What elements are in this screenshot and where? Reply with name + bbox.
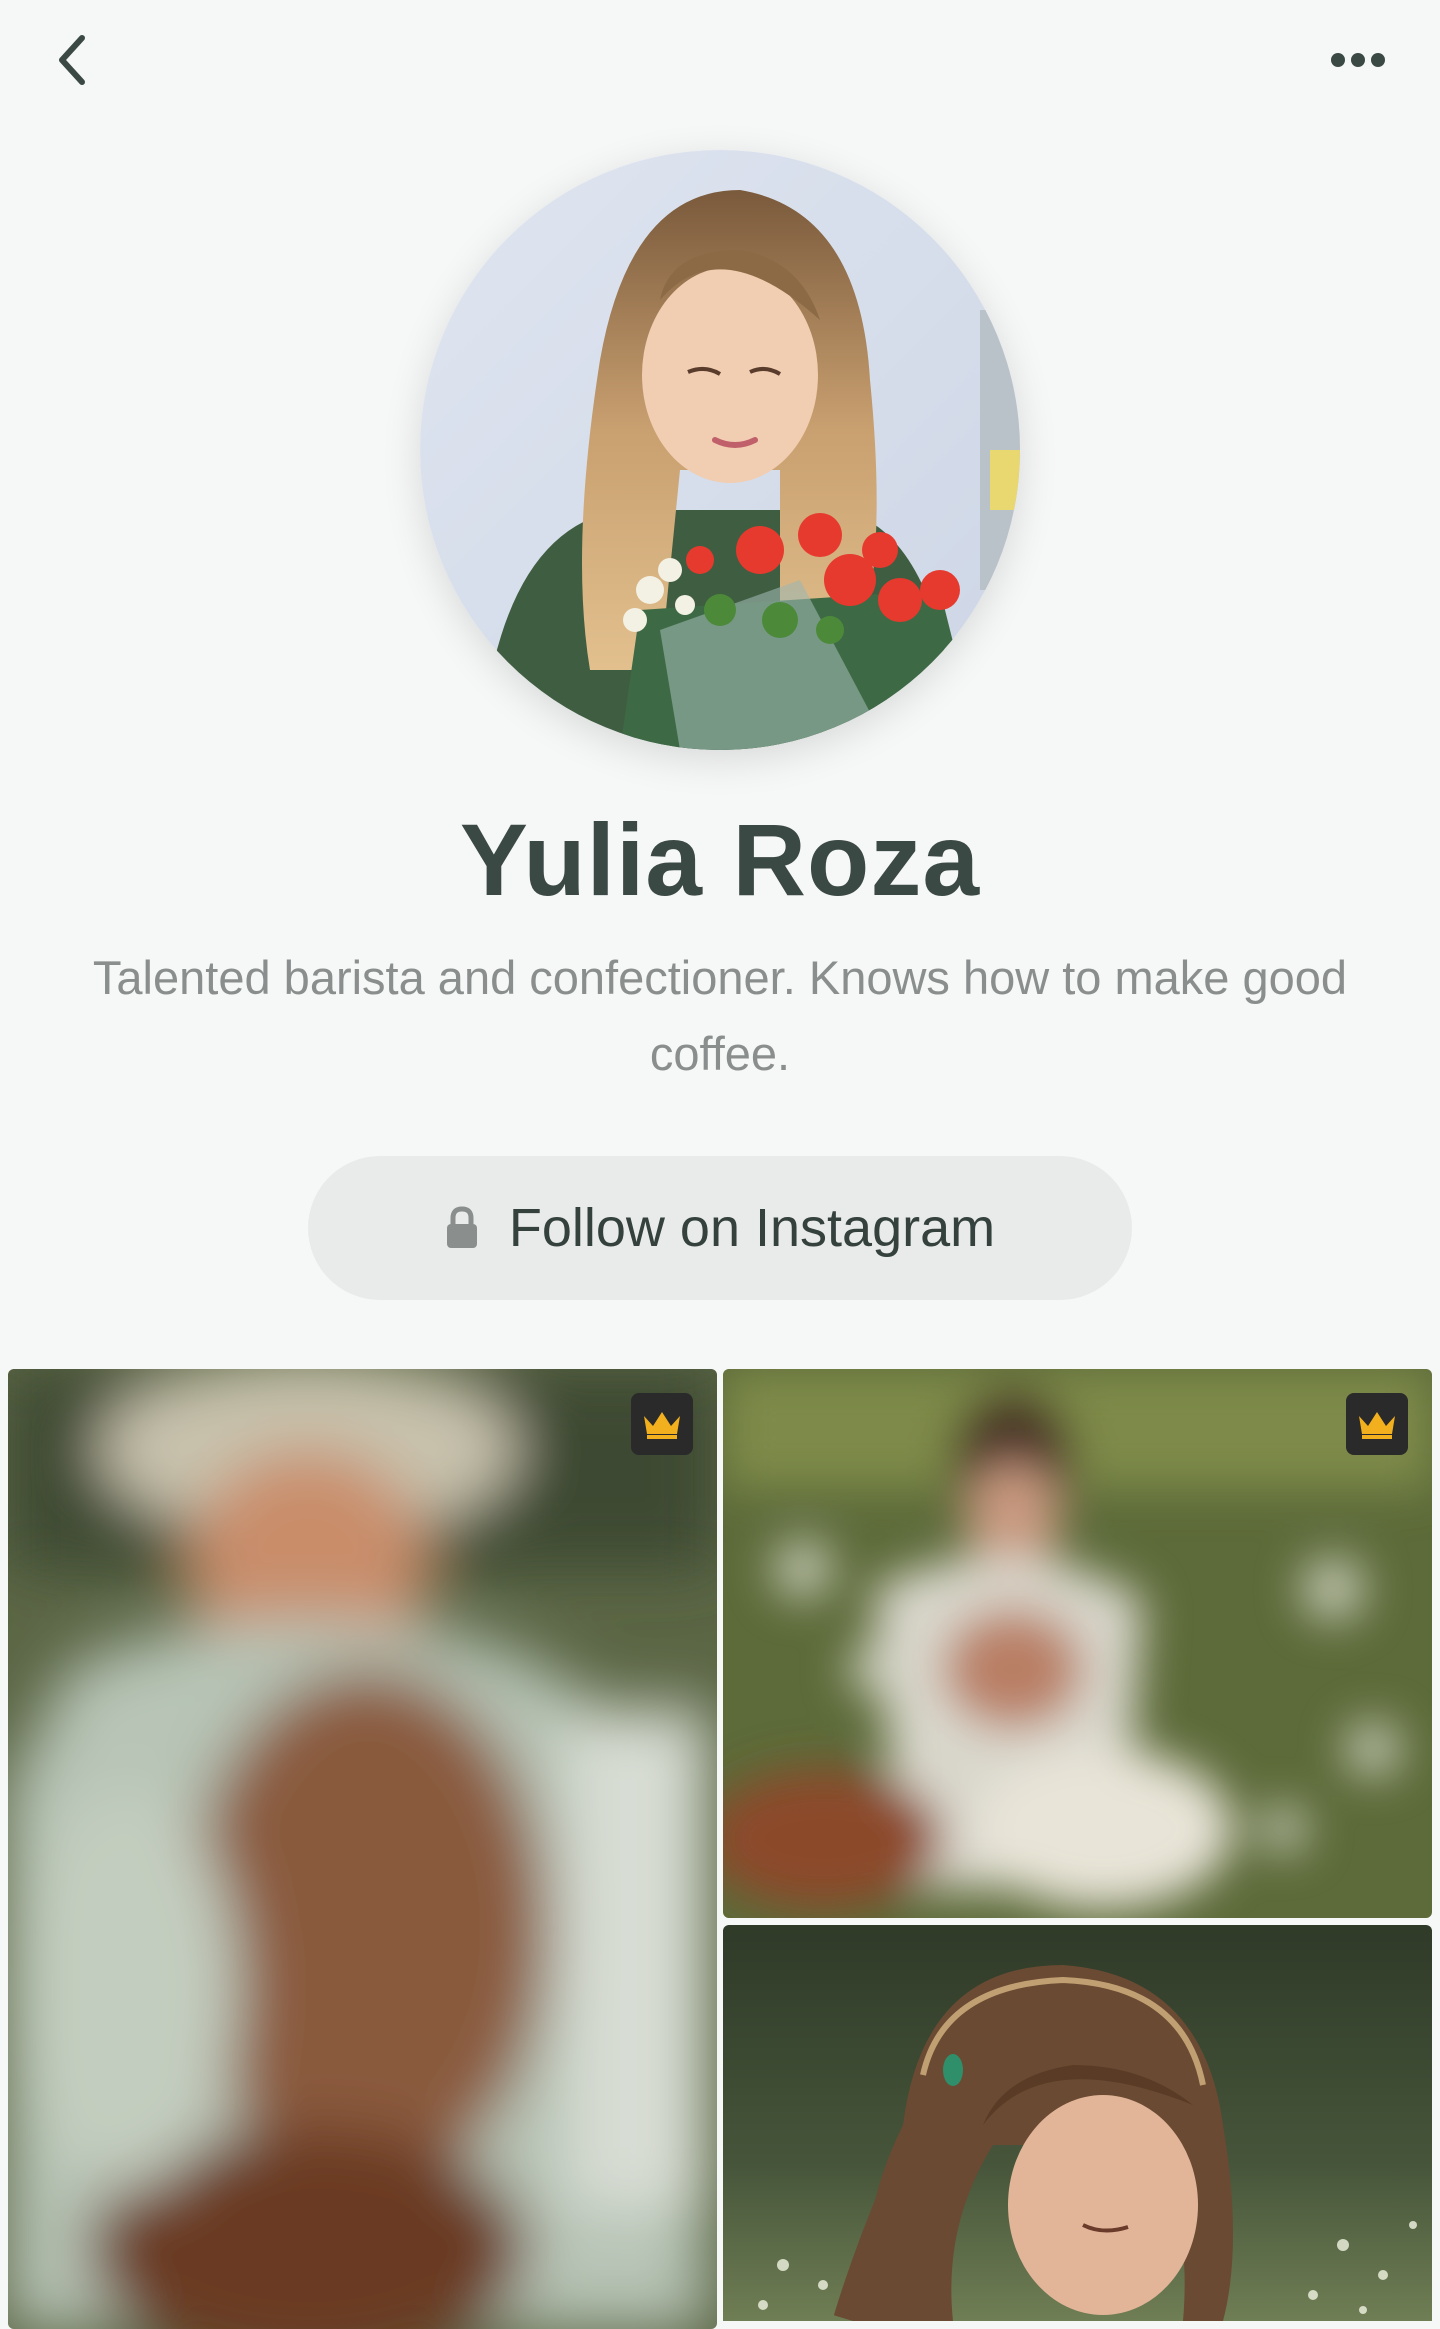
blurred-photo — [8, 1369, 717, 2329]
crown-icon — [1359, 1412, 1395, 1439]
gallery-tile-premium[interactable] — [723, 1369, 1432, 1918]
profile-bio: Talented barista and confectioner. Knows… — [92, 951, 1348, 1080]
crown-icon — [644, 1412, 680, 1439]
avatar — [420, 150, 1020, 750]
chevron-left-icon — [59, 35, 85, 85]
follow-button-label: Follow on Instagram — [508, 1198, 996, 1258]
back-button[interactable] — [40, 28, 104, 92]
follow-on-instagram-button[interactable]: Follow on Instagram — [308, 1156, 1132, 1300]
more-horizontal-icon — [1331, 53, 1385, 67]
top-bar — [0, 0, 1440, 120]
gallery-tile[interactable] — [723, 1925, 1432, 2321]
profile-name: Yulia Roza — [459, 803, 981, 917]
blurred-photo — [723, 1369, 1432, 1918]
gallery-tile-premium[interactable] — [8, 1369, 717, 2329]
photo — [723, 1925, 1432, 2321]
more-options-button[interactable] — [1316, 28, 1400, 92]
lock-icon — [446, 1206, 477, 1248]
premium-badge — [631, 1393, 693, 1455]
premium-badge — [1346, 1393, 1408, 1455]
